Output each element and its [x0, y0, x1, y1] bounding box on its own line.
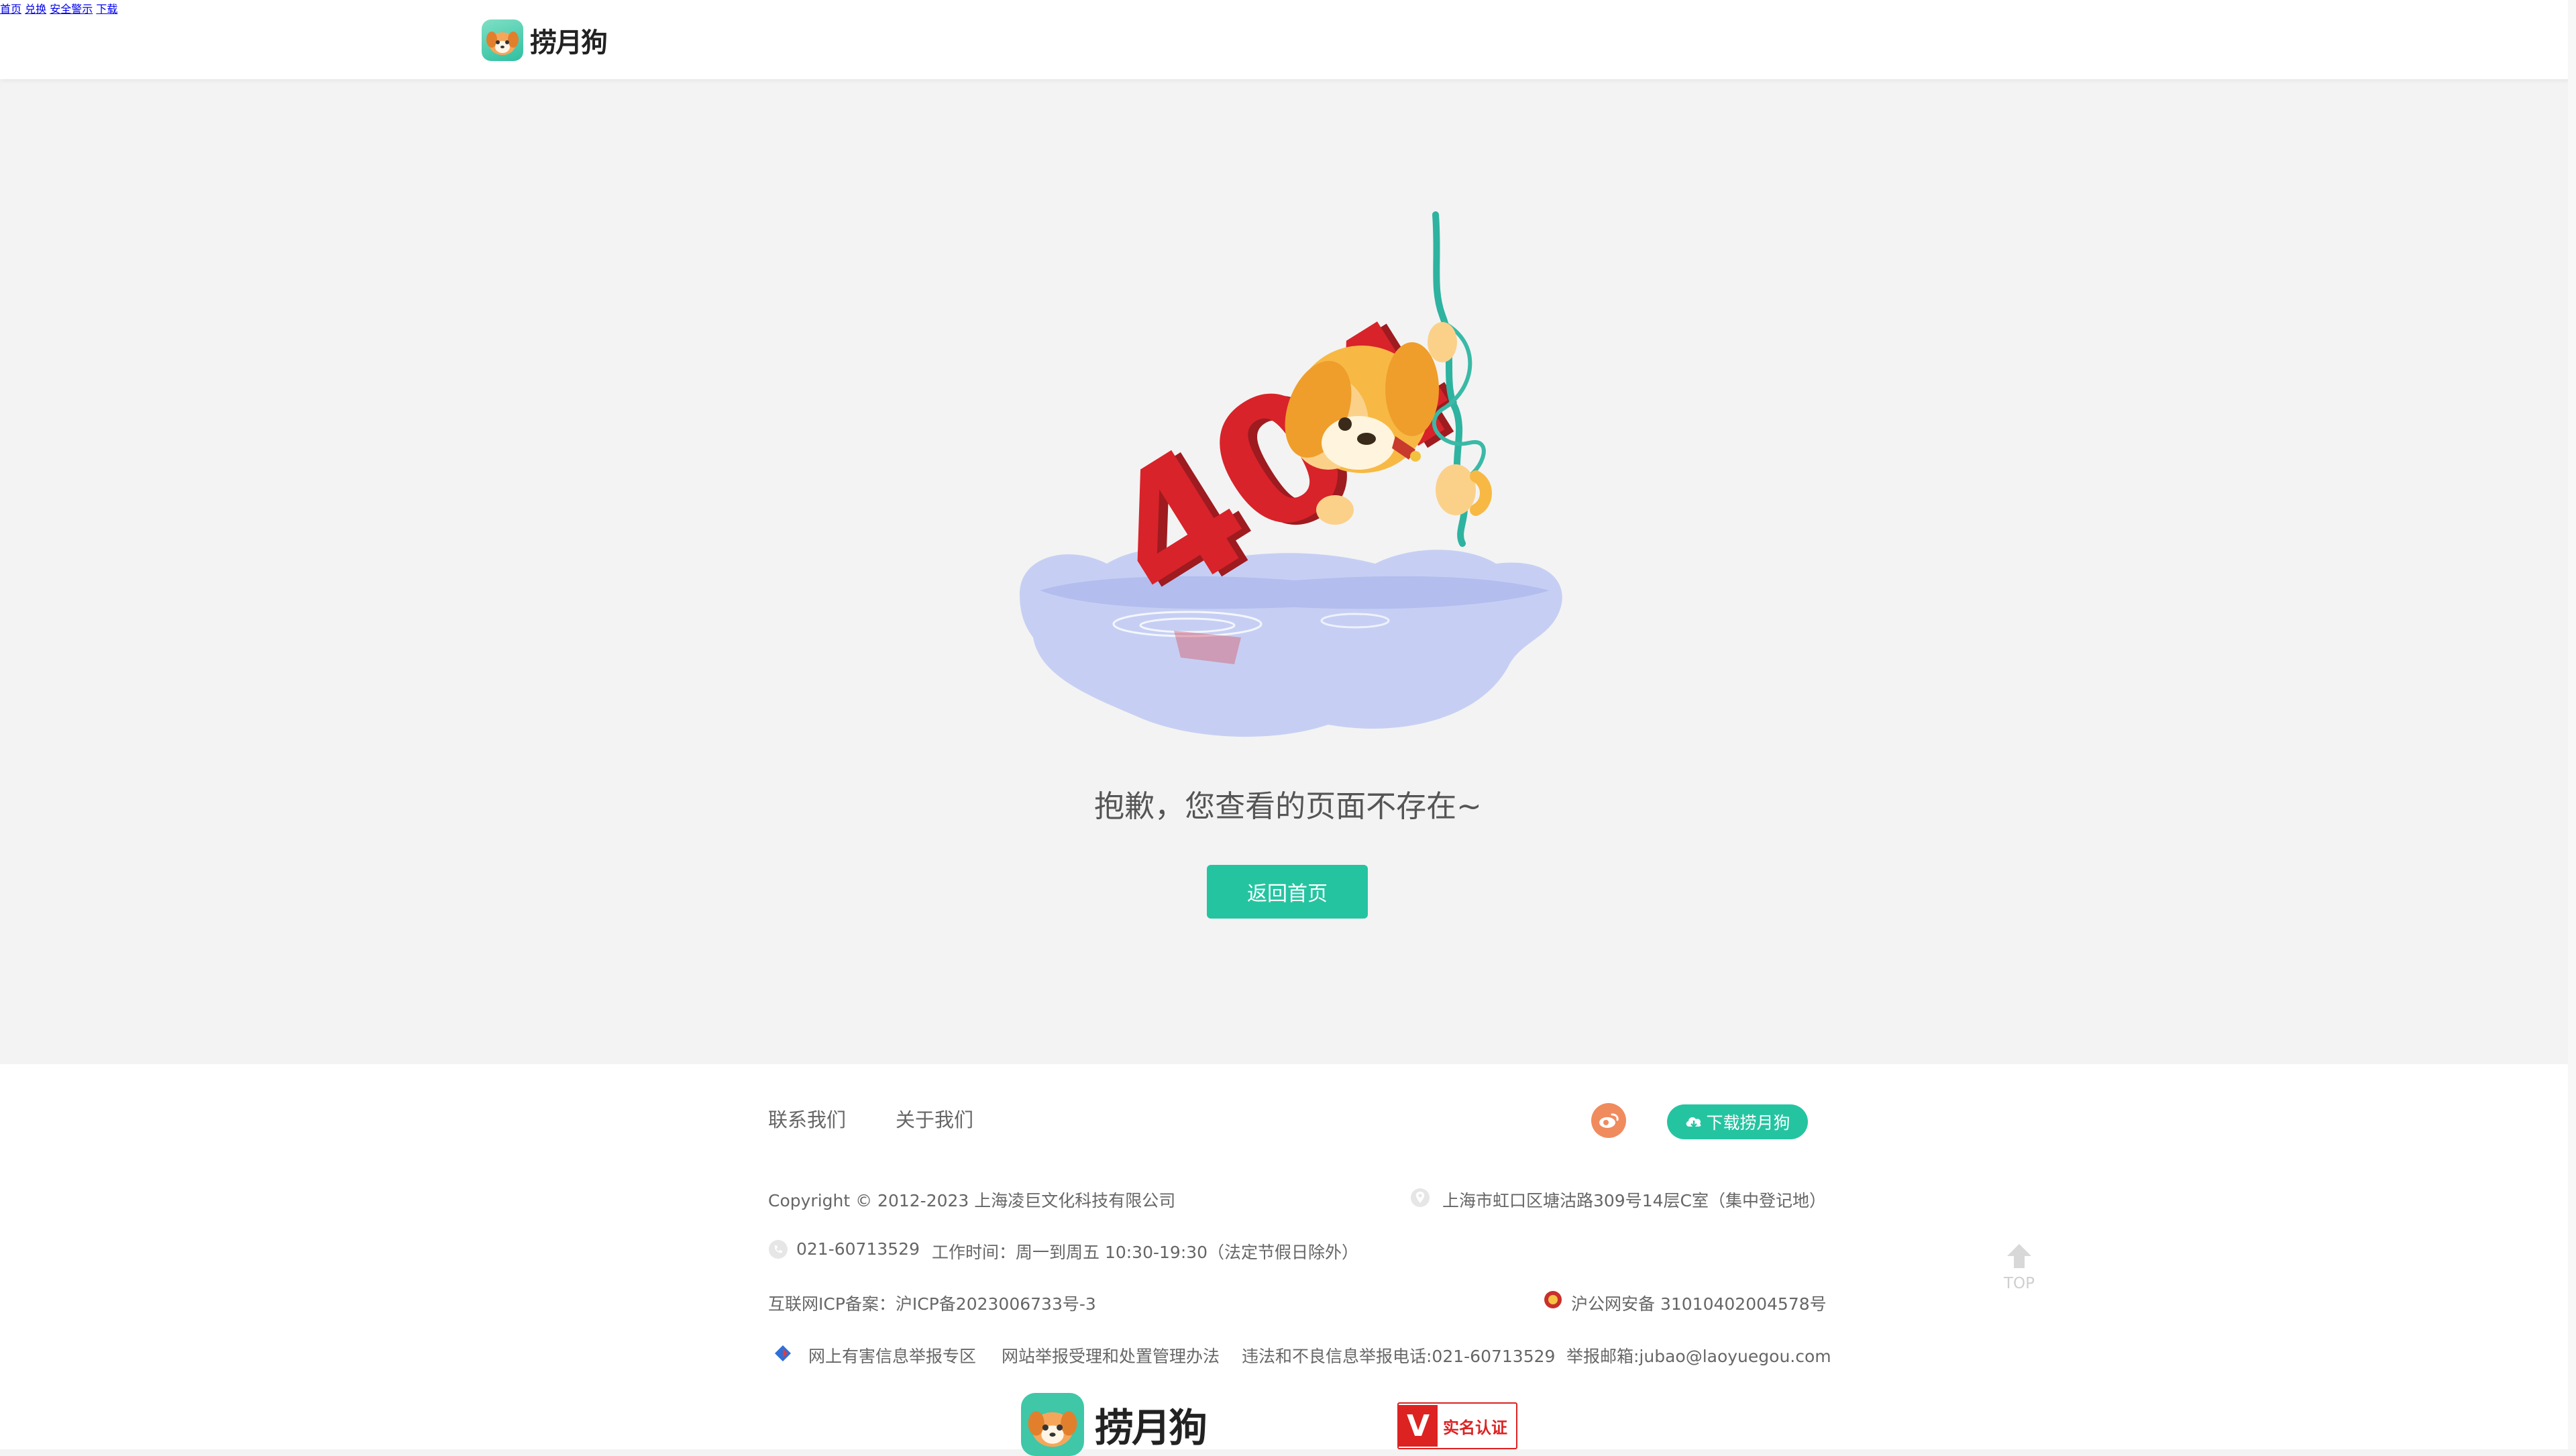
nav-download[interactable]: 下载	[96, 3, 117, 15]
report-zone-link[interactable]: 网上有害信息举报专区	[808, 1343, 976, 1367]
footer-brand-logo: 捞月狗	[1021, 1393, 1208, 1456]
v-cert-icon: V	[1399, 1405, 1438, 1447]
footer-link-contact[interactable]: 联系我们	[768, 1104, 846, 1133]
company-address: 上海市虹口区塘沽路309号14层C室（集中登记地）	[1442, 1191, 1826, 1210]
not-found-illustration: 404 404	[1013, 208, 1570, 745]
back-to-top-button[interactable]: TOP	[1999, 1241, 2039, 1295]
icp-record[interactable]: 互联网ICP备案：沪ICP备2023006733号-3	[768, 1291, 1096, 1315]
phone-icon	[769, 1240, 788, 1259]
site-logo[interactable]: 捞月狗	[482, 19, 616, 62]
nav-security-warning[interactable]: 安全警示	[50, 3, 93, 15]
dog-logo-icon	[482, 19, 523, 61]
arrow-up-icon	[2007, 1244, 2031, 1268]
back-home-button[interactable]: 返回首页	[1207, 865, 1368, 919]
phone-number: 021-60713529	[796, 1239, 920, 1259]
report-rules-link[interactable]: 网站举报受理和处置管理办法	[1002, 1343, 1220, 1367]
police-record[interactable]: 沪公网安备 31010402004578号	[1571, 1291, 1827, 1315]
footer-link-about[interactable]: 关于我们	[896, 1104, 973, 1133]
top-header: 捞月狗 首页 兑换 安全警示 下载	[0, 0, 2576, 79]
work-hours: 工作时间：周一到周五 10:30-19:30（法定节假日除外）	[932, 1243, 1359, 1262]
back-to-top-label: TOP	[2003, 1275, 2035, 1292]
scrollbar[interactable]	[2568, 0, 2576, 1449]
dog-logo-icon	[1021, 1393, 1084, 1456]
real-name-cert-badge[interactable]: V 实名认证	[1397, 1402, 1517, 1449]
footer-brand-wordmark: 捞月狗	[1095, 1405, 1208, 1451]
logo-wordmark: 捞月狗	[530, 28, 608, 58]
nav-home[interactable]: 首页	[0, 3, 21, 15]
police-badge-icon	[1544, 1291, 1562, 1308]
location-pin-icon	[1411, 1188, 1430, 1207]
download-app-button[interactable]: 下载捞月狗	[1667, 1104, 1808, 1139]
download-app-label: 下载捞月狗	[1706, 1113, 1790, 1133]
cert-badge-label: 实名认证	[1443, 1418, 1507, 1437]
cloud-download-icon	[1686, 1117, 1701, 1128]
site-footer: 联系我们 关于我们 下载捞月狗 Copyright © 2012-2023 上海…	[0, 1064, 2576, 1456]
weibo-icon[interactable]	[1591, 1103, 1626, 1138]
copyright-text: Copyright © 2012-2023 上海凌巨文化科技有限公司	[768, 1191, 1176, 1210]
nav-exchange[interactable]: 兑换	[25, 3, 46, 15]
report-zone-icon	[775, 1345, 791, 1361]
not-found-message: 抱歉，您查看的页面不存在~	[1094, 788, 1482, 824]
report-email: 举报邮箱:jubao@laoyuegou.com	[1566, 1347, 1831, 1366]
report-phone: 违法和不良信息举报电话:021-60713529	[1242, 1347, 1556, 1366]
